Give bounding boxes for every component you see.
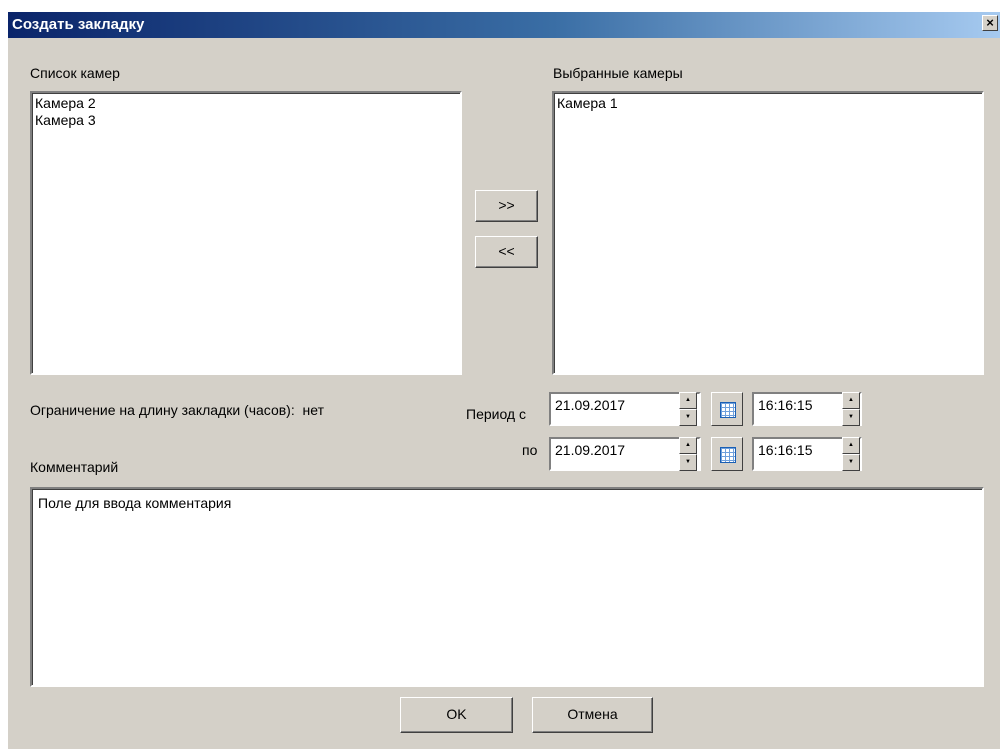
to-date-spin-icon[interactable]: ▲ ▼	[679, 437, 697, 471]
spin-down-icon[interactable]: ▼	[842, 454, 860, 471]
list-item[interactable]: Камера 2	[35, 95, 457, 112]
period-to-label: по	[522, 442, 538, 458]
limit-text: Ограничение на длину закладки (часов):	[30, 402, 295, 418]
from-calendar-button[interactable]	[711, 392, 743, 426]
spin-up-icon[interactable]: ▲	[842, 437, 860, 454]
title-bar[interactable]: Создать закладку ×	[8, 12, 1000, 38]
close-button[interactable]: ×	[982, 15, 998, 31]
to-date-value: 21.09.2017	[555, 442, 626, 458]
from-date-value: 21.09.2017	[555, 397, 626, 413]
selected-cameras-list[interactable]: Камера 1	[552, 91, 984, 375]
calendar-icon	[720, 447, 736, 463]
spin-down-icon[interactable]: ▼	[679, 454, 697, 471]
comment-label: Комментарий	[30, 459, 119, 475]
spin-down-icon[interactable]: ▼	[679, 409, 697, 426]
ok-button[interactable]: OK	[400, 697, 513, 733]
remove-camera-button[interactable]: <<	[475, 236, 538, 268]
from-time-value: 16:16:15	[758, 397, 813, 413]
list-item[interactable]: Камера 1	[557, 95, 979, 112]
create-bookmark-dialog: Создать закладку × Список камер Камера 2…	[8, 12, 1000, 749]
to-calendar-button[interactable]	[711, 437, 743, 471]
spin-down-icon[interactable]: ▼	[842, 409, 860, 426]
to-time-spin-icon[interactable]: ▲ ▼	[842, 437, 860, 471]
limit-label: Ограничение на длину закладки (часов): н…	[30, 402, 324, 418]
cancel-button[interactable]: Отмена	[532, 697, 653, 733]
from-time-spin-icon[interactable]: ▲ ▼	[842, 392, 860, 426]
from-date-spin-icon[interactable]: ▲ ▼	[679, 392, 697, 426]
add-camera-button[interactable]: >>	[475, 190, 538, 222]
spin-up-icon[interactable]: ▲	[842, 392, 860, 409]
spin-up-icon[interactable]: ▲	[679, 437, 697, 454]
comment-text: Поле для ввода комментария	[38, 495, 232, 511]
selected-cameras-label: Выбранные камеры	[553, 65, 683, 81]
comment-textarea[interactable]: Поле для ввода комментария	[30, 487, 984, 687]
spin-up-icon[interactable]: ▲	[679, 392, 697, 409]
available-cameras-list[interactable]: Камера 2 Камера 3	[30, 91, 462, 375]
to-time-value: 16:16:15	[758, 442, 813, 458]
list-item[interactable]: Камера 3	[35, 112, 457, 129]
calendar-icon	[720, 402, 736, 418]
dialog-title: Создать закладку	[12, 16, 145, 33]
available-cameras-label: Список камер	[30, 65, 120, 81]
period-from-label: Период с	[466, 406, 526, 422]
limit-value: нет	[302, 402, 324, 418]
